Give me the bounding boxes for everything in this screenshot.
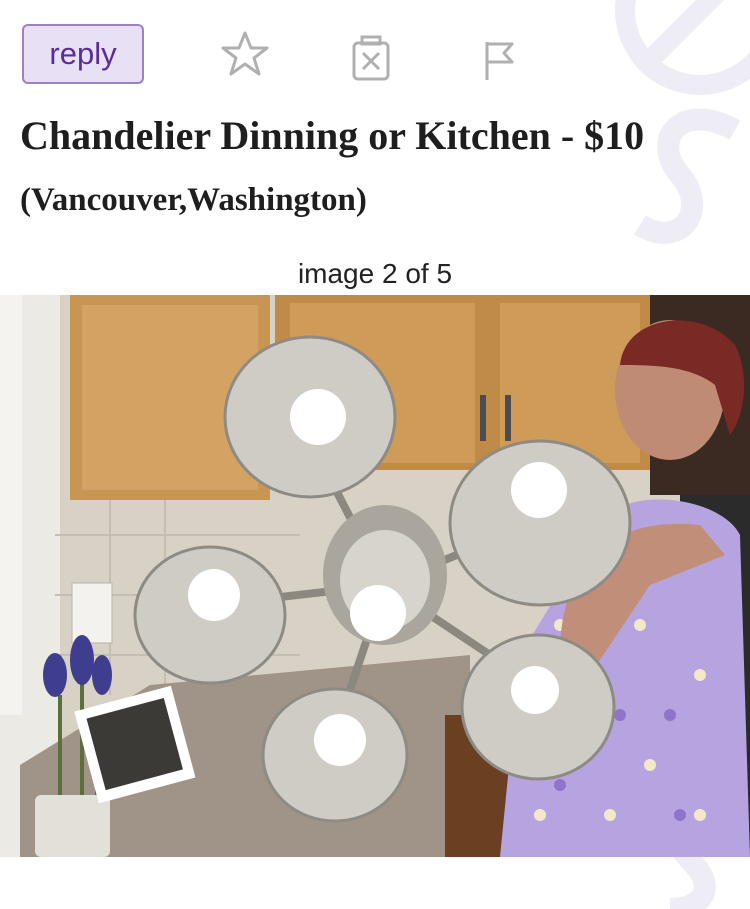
post-toolbar: reply — [22, 24, 582, 86]
listing-photo[interactable] — [0, 295, 750, 857]
image-counter: image 2 of 5 — [297, 258, 453, 289]
reply-button[interactable]: reply — [22, 24, 144, 84]
trash-icon[interactable] — [348, 34, 394, 87]
flag-icon[interactable] — [482, 40, 518, 87]
star-icon[interactable] — [220, 30, 270, 83]
listing-location: (Vancouver,Washington) — [20, 182, 367, 218]
listing-title: Chandelier Dinning or Kitchen - $10 — [20, 113, 645, 158]
